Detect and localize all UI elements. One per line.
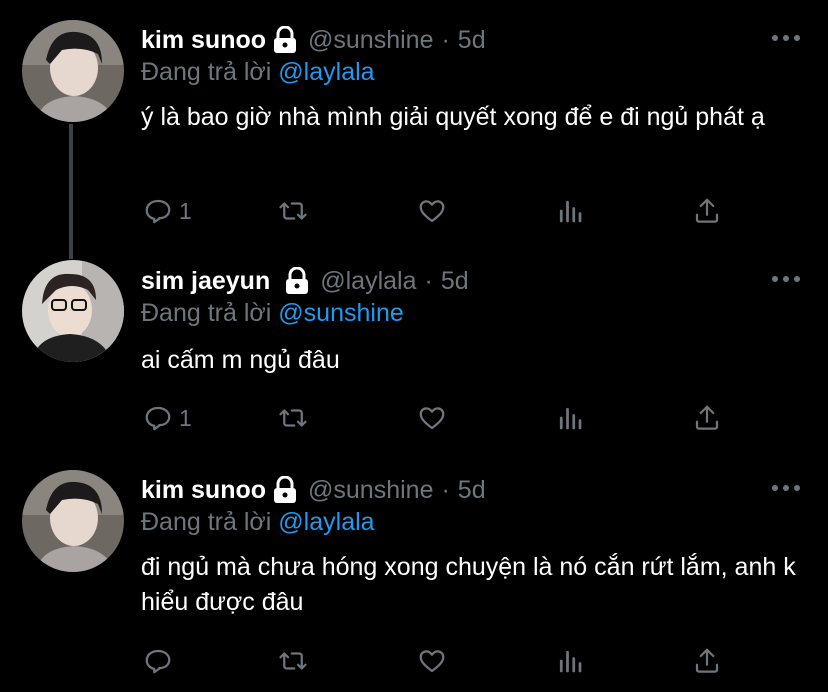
avatar[interactable] <box>22 470 124 572</box>
replying-to: Đang trả lời @sunshine <box>141 299 404 328</box>
retweet-button[interactable] <box>278 645 308 677</box>
mention-link[interactable]: @laylala <box>278 508 374 536</box>
mention-link[interactable]: @laylala <box>278 58 374 86</box>
retweet-icon <box>279 202 307 220</box>
tweet-text: ý là bao giờ nhà mình giải quyết xong để… <box>141 103 765 131</box>
separator-dot: · <box>424 266 433 295</box>
analytics-icon <box>559 200 582 223</box>
like-icon <box>419 650 445 673</box>
share-button[interactable] <box>692 195 722 227</box>
timestamp[interactable]: 5d <box>458 26 486 55</box>
like-icon <box>419 200 445 223</box>
replying-prefix: Đang trả lời <box>141 508 272 536</box>
more-icon[interactable] <box>772 485 800 493</box>
separator-dot: · <box>441 475 450 504</box>
replying-prefix: Đang trả lời <box>141 58 272 86</box>
share-icon <box>695 198 719 223</box>
display-name[interactable]: sim jaeyun <box>141 267 270 296</box>
tweet[interactable]: kim sunoo @sunshine · 5d Đang trả lời @l… <box>0 0 828 240</box>
display-name[interactable]: kim sunoo <box>141 26 266 55</box>
reply-icon <box>145 649 171 674</box>
timestamp[interactable]: 5d <box>441 267 469 296</box>
action-bar: 1 <box>141 402 741 434</box>
reply-button[interactable]: 1 <box>143 195 192 227</box>
analytics-button[interactable] <box>555 402 585 434</box>
reply-count: 1 <box>179 404 192 431</box>
share-icon <box>695 405 719 430</box>
tweet-header: kim sunoo @sunshine · 5d <box>141 24 486 56</box>
retweet-icon <box>279 409 307 427</box>
lock-icon <box>284 266 310 295</box>
like-button[interactable] <box>417 402 447 434</box>
retweet-icon <box>279 652 307 670</box>
handle[interactable]: @sunshine <box>308 476 433 505</box>
action-bar <box>141 645 741 677</box>
more-icon[interactable] <box>772 35 800 43</box>
retweet-button[interactable] <box>278 195 308 227</box>
more-icon[interactable] <box>772 276 800 284</box>
reply-button[interactable]: 1 <box>143 402 192 434</box>
analytics-icon <box>559 650 582 673</box>
tweet[interactable]: sim jaeyun @laylala · 5d Đang trả lời @s… <box>0 240 828 460</box>
display-name[interactable]: kim sunoo <box>141 476 266 505</box>
tweet-text: đi ngủ mà chưa hóng xong chuyện là nó cắ… <box>141 553 796 616</box>
like-button[interactable] <box>417 645 447 677</box>
tweet-text: ai cấm m ngủ đâu <box>141 346 340 374</box>
tweet-header: kim sunoo @sunshine · 5d <box>141 474 486 506</box>
analytics-icon <box>559 407 582 430</box>
replying-to: Đang trả lời @laylala <box>141 508 375 537</box>
reply-button[interactable] <box>143 645 173 677</box>
replying-to: Đang trả lời @laylala <box>141 58 375 87</box>
lock-icon <box>272 25 298 54</box>
mention-link[interactable]: @sunshine <box>278 299 403 327</box>
like-icon <box>419 407 445 430</box>
separator-dot: · <box>441 25 450 54</box>
analytics-button[interactable] <box>555 195 585 227</box>
handle[interactable]: @sunshine <box>308 26 433 55</box>
like-button[interactable] <box>417 195 447 227</box>
lock-icon <box>272 475 298 504</box>
avatar[interactable] <box>22 20 124 122</box>
handle[interactable]: @laylala <box>320 267 416 296</box>
action-bar: 1 <box>141 195 741 227</box>
avatar[interactable] <box>22 260 124 362</box>
tweet-header: sim jaeyun @laylala · 5d <box>141 265 469 297</box>
tweet[interactable]: kim sunoo @sunshine · 5d Đang trả lời @l… <box>0 450 828 692</box>
reply-icon <box>145 199 171 224</box>
replying-prefix: Đang trả lời <box>141 299 272 327</box>
analytics-button[interactable] <box>555 645 585 677</box>
reply-count: 1 <box>179 197 192 224</box>
timestamp[interactable]: 5d <box>458 476 486 505</box>
reply-icon <box>145 406 171 431</box>
retweet-button[interactable] <box>278 402 308 434</box>
share-button[interactable] <box>692 402 722 434</box>
share-icon <box>695 648 719 673</box>
share-button[interactable] <box>692 645 722 677</box>
